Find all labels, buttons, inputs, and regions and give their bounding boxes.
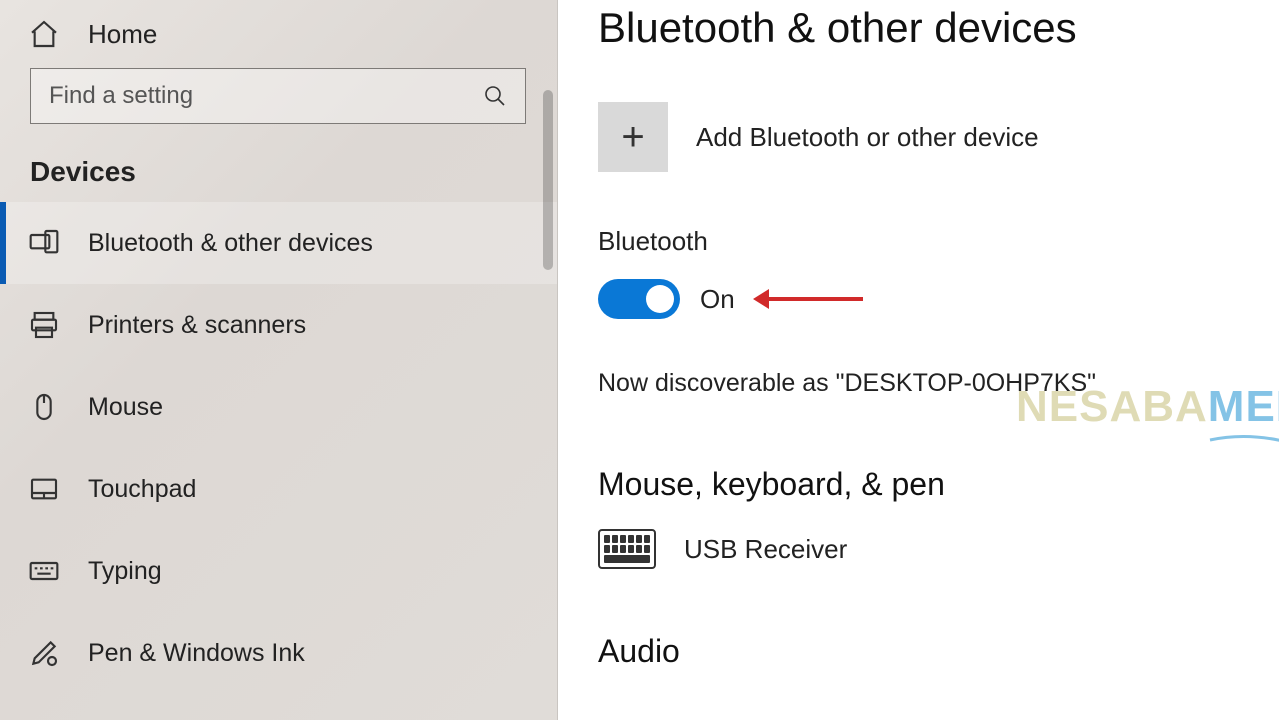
keyboard-device-icon: [598, 529, 656, 569]
sidebar-item-touchpad[interactable]: Touchpad: [0, 448, 557, 530]
search-box[interactable]: [30, 68, 526, 124]
sidebar-item-label: Touchpad: [88, 475, 196, 504]
bluetooth-toggle-row: On: [598, 279, 1279, 319]
sidebar-item-label: Pen & Windows Ink: [88, 639, 305, 668]
bluetooth-toggle[interactable]: [598, 279, 680, 319]
plus-icon[interactable]: +: [598, 102, 668, 172]
section-audio: Audio: [598, 633, 1279, 670]
sidebar-item-mouse[interactable]: Mouse: [0, 366, 557, 448]
pen-icon: [28, 637, 60, 669]
main-pane: Bluetooth & other devices + Add Bluetoot…: [558, 0, 1279, 720]
keyboard-icon: [28, 555, 60, 587]
annotation-arrow-icon: [767, 297, 863, 301]
touchpad-icon: [28, 473, 60, 505]
devices-icon: [28, 227, 60, 259]
mouse-icon: [28, 391, 60, 423]
sidebar-home[interactable]: Home: [0, 0, 557, 68]
search-input[interactable]: [49, 82, 483, 110]
sidebar: Home Devices Bluetooth & other devices P…: [0, 0, 558, 720]
section-mouse-keyboard-pen: Mouse, keyboard, & pen: [598, 466, 1279, 503]
sidebar-item-label: Printers & scanners: [88, 311, 306, 340]
sidebar-item-printers[interactable]: Printers & scanners: [0, 284, 557, 366]
device-usb-receiver[interactable]: USB Receiver: [598, 529, 1279, 569]
printer-icon: [28, 309, 60, 341]
sidebar-section-title: Devices: [0, 124, 557, 202]
sidebar-item-typing[interactable]: Typing: [0, 530, 557, 612]
bluetooth-toggle-state: On: [700, 284, 735, 315]
device-label: USB Receiver: [684, 534, 847, 565]
sidebar-item-label: Typing: [88, 557, 162, 586]
sidebar-item-bluetooth[interactable]: Bluetooth & other devices: [0, 202, 557, 284]
search-icon: [483, 84, 507, 108]
search-container: [0, 68, 557, 124]
settings-app: Home Devices Bluetooth & other devices P…: [0, 0, 1279, 720]
sidebar-scrollbar[interactable]: [541, 0, 555, 720]
add-device-label: Add Bluetooth or other device: [696, 122, 1039, 153]
sidebar-item-label: Bluetooth & other devices: [88, 229, 373, 258]
home-icon: [28, 18, 60, 50]
sidebar-home-label: Home: [88, 19, 157, 50]
discoverable-text: Now discoverable as "DESKTOP-0OHP7KS": [598, 369, 1279, 398]
sidebar-item-label: Mouse: [88, 393, 163, 422]
add-device-row[interactable]: + Add Bluetooth or other device: [598, 102, 1279, 172]
sidebar-item-pen[interactable]: Pen & Windows Ink: [0, 612, 557, 694]
page-title: Bluetooth & other devices: [598, 4, 1279, 52]
watermark-underline-icon: [1208, 432, 1279, 442]
bluetooth-heading: Bluetooth: [598, 226, 1279, 257]
